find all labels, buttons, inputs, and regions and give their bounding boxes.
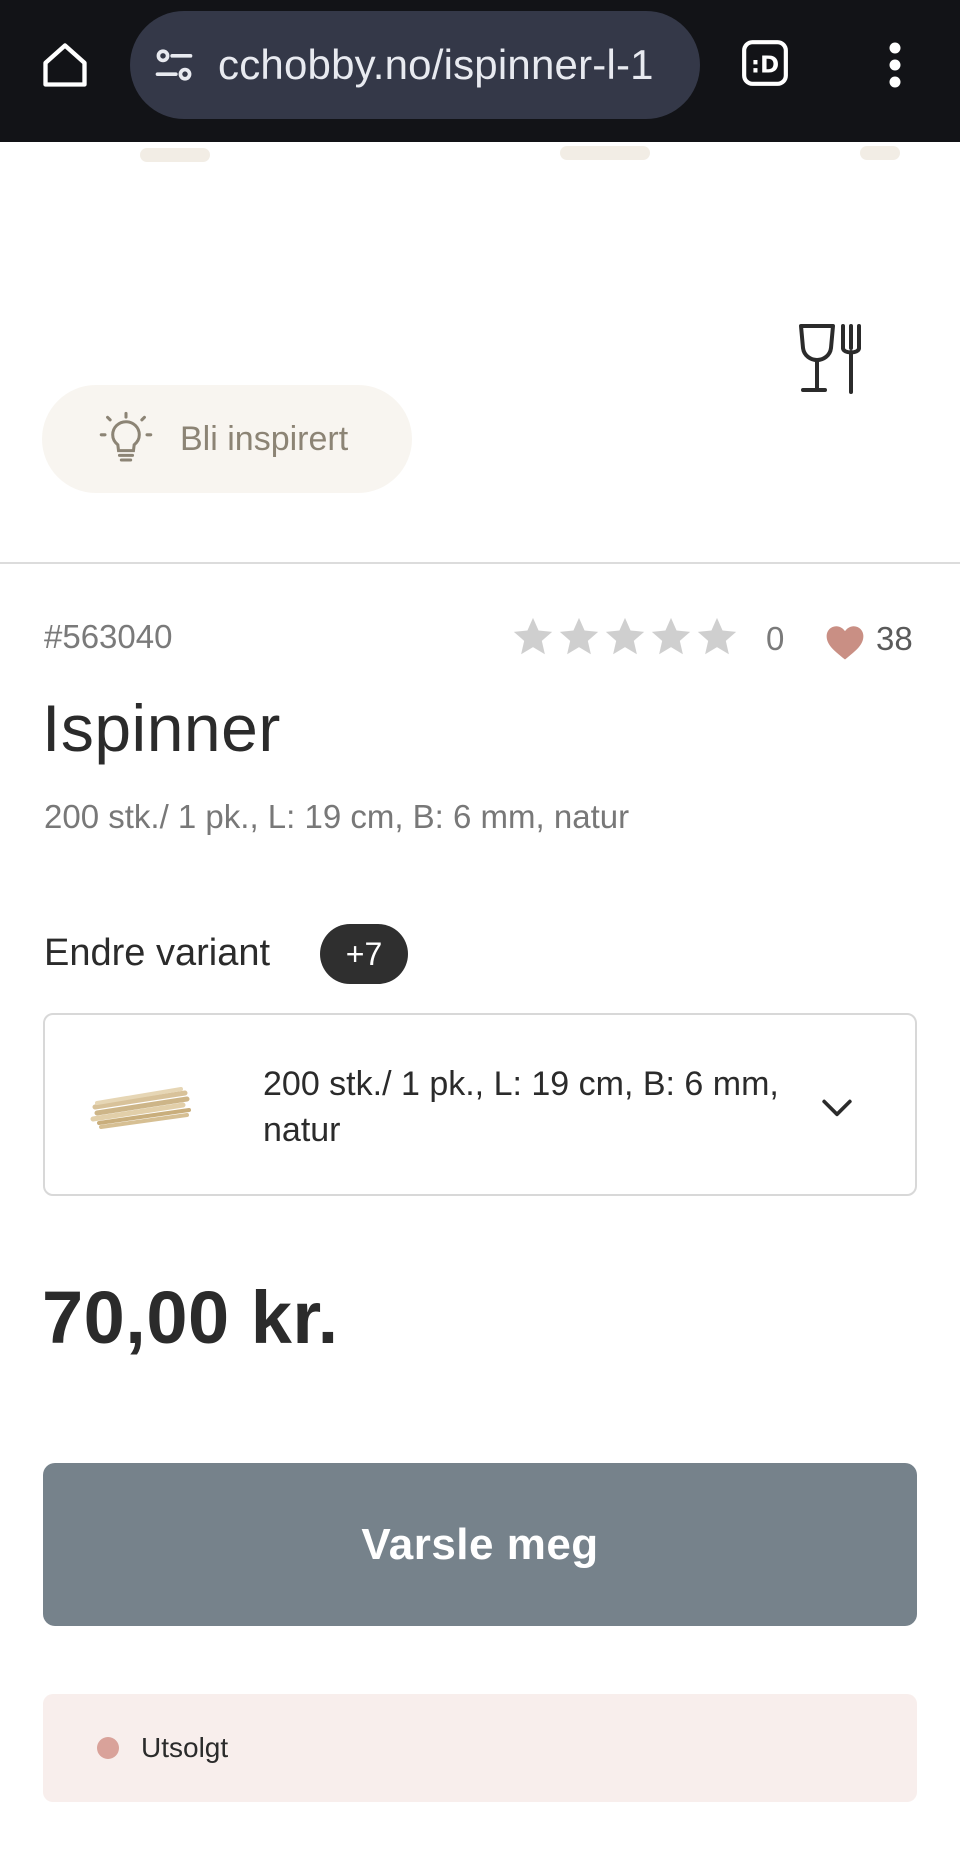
- inspire-button[interactable]: Bli inspirert: [42, 385, 412, 493]
- heart-icon[interactable]: [824, 622, 866, 662]
- extension-d-icon: :D: [742, 40, 788, 86]
- food-safe-icon: [799, 324, 861, 394]
- more-menu-button[interactable]: [870, 30, 920, 100]
- rating-count: 0: [766, 620, 785, 657]
- notify-me-button[interactable]: Varsle meg: [43, 1463, 917, 1626]
- product-subtitle: 200 stk./ 1 pk., L: 19 cm, B: 6 mm, natu…: [44, 798, 630, 835]
- inspire-label: Bli inspirert: [180, 419, 349, 458]
- section-divider: [0, 562, 960, 564]
- lightbulb-icon: [98, 411, 154, 467]
- product-price: 70,00 kr.: [42, 1276, 339, 1359]
- svg-text::D: :D: [751, 52, 779, 78]
- star-icon: [513, 617, 553, 655]
- stock-status: Utsolgt: [43, 1694, 917, 1802]
- variant-thumbnail: [90, 1087, 191, 1129]
- product-sku: #563040: [44, 618, 173, 655]
- product-title: Ispinner: [42, 691, 281, 765]
- star-icon: [651, 617, 691, 655]
- browser-toolbar: cchobby.no/ispinner-l-1 :D: [0, 0, 960, 142]
- chevron-down-icon: [822, 1099, 852, 1117]
- extension-button[interactable]: :D: [738, 36, 792, 90]
- variant-select[interactable]: 200 stk./ 1 pk., L: 19 cm, B: 6 mm, natu…: [43, 1013, 917, 1196]
- tune-icon[interactable]: [150, 41, 198, 89]
- rating-stars[interactable]: [510, 614, 740, 660]
- address-bar[interactable]: cchobby.no/ispinner-l-1: [130, 11, 700, 119]
- star-icon: [605, 617, 645, 655]
- home-icon: [43, 43, 87, 87]
- stock-status-label: Utsolgt: [141, 1732, 229, 1763]
- favorites-count: 38: [876, 620, 913, 657]
- home-button[interactable]: [32, 30, 98, 100]
- product-image-remnant: [0, 142, 960, 192]
- star-icon: [559, 617, 599, 655]
- more-vert-icon: [889, 42, 901, 88]
- variant-label: Endre variant: [44, 932, 271, 974]
- url-text[interactable]: cchobby.no/ispinner-l-1: [218, 41, 654, 89]
- variant-count-badge[interactable]: +7: [320, 924, 408, 984]
- status-dot: [97, 1737, 119, 1759]
- selected-variant-text: 200 stk./ 1 pk., L: 19 cm, B: 6 mm, natu…: [263, 1065, 779, 1149]
- star-icon: [697, 617, 737, 655]
